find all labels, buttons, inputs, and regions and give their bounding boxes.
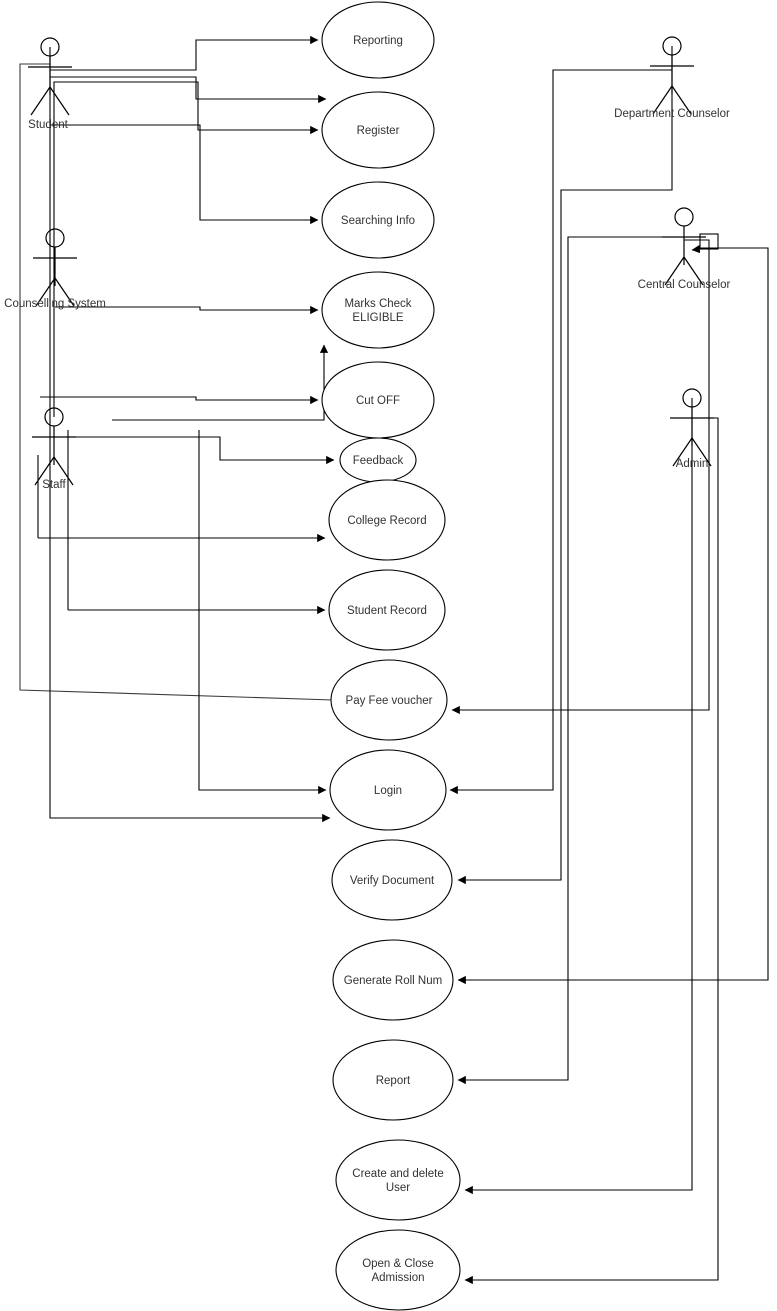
use-case-label: Marks Check <box>344 298 411 310</box>
use-case-create-delete-user[interactable]: Create and delete User <box>335 1139 461 1221</box>
use-case-pay-fee-voucher[interactable]: Pay Fee voucher <box>330 659 448 741</box>
use-case-label: Verify Document <box>350 875 435 887</box>
use-case-cut-off[interactable]: Cut OFF <box>321 361 435 439</box>
use-case-login[interactable]: Login <box>329 749 447 831</box>
use-case-label: Pay Fee voucher <box>346 695 433 707</box>
actor-label: Counselling System <box>4 298 106 310</box>
use-case-label: Login <box>374 785 402 797</box>
use-case-label: Searching Info <box>341 215 415 227</box>
use-case-open-close-admission[interactable]: Open & Close Admission <box>335 1229 461 1311</box>
use-case-register[interactable]: Register <box>321 91 435 169</box>
use-case-label: Open & Close <box>362 1258 434 1270</box>
use-case-verify-document[interactable]: Verify Document <box>331 839 453 921</box>
use-case-label: Generate Roll Num <box>344 975 442 987</box>
use-case-marks-check[interactable]: Marks Check ELIGIBLE <box>321 271 435 349</box>
actor-label: Admin <box>676 458 709 470</box>
use-case-ellipse[interactable] <box>321 271 435 349</box>
use-case-label: Reporting <box>353 35 403 47</box>
use-case-ellipse[interactable] <box>335 1139 461 1221</box>
use-case-label: Report <box>376 1075 411 1087</box>
use-case-label: Feedback <box>353 455 404 467</box>
use-case-generate-roll-num[interactable]: Generate Roll Num <box>332 939 454 1021</box>
actor-label: Central Counselor <box>638 279 731 291</box>
use-case-label: User <box>386 1182 410 1194</box>
use-case-college-record[interactable]: College Record <box>328 479 446 561</box>
use-case-label: College Record <box>347 515 426 527</box>
use-case-report[interactable]: Report <box>332 1039 454 1121</box>
use-case-label: Admission <box>371 1272 424 1284</box>
actor-label: Staff <box>42 479 66 491</box>
use-case-feedback[interactable]: Feedback <box>339 437 417 483</box>
use-case-label: Register <box>357 125 400 137</box>
use-case-label: Create and delete <box>352 1168 443 1180</box>
use-case-label: Cut OFF <box>356 395 400 407</box>
actor-label: Department Counselor <box>614 108 730 120</box>
use-case-reporting[interactable]: Reporting <box>321 1 435 79</box>
actor-label: Student <box>28 119 68 131</box>
use-case-label: Student Record <box>347 605 427 617</box>
use-case-searching-info[interactable]: Searching Info <box>321 181 435 259</box>
use-case-diagram-canvas: Reporting Register Searching Info Marks Che… <box>0 0 777 1311</box>
use-case-ellipse[interactable] <box>335 1229 461 1311</box>
use-case-student-record[interactable]: Student Record <box>328 569 446 651</box>
use-case-label: ELIGIBLE <box>352 312 403 324</box>
